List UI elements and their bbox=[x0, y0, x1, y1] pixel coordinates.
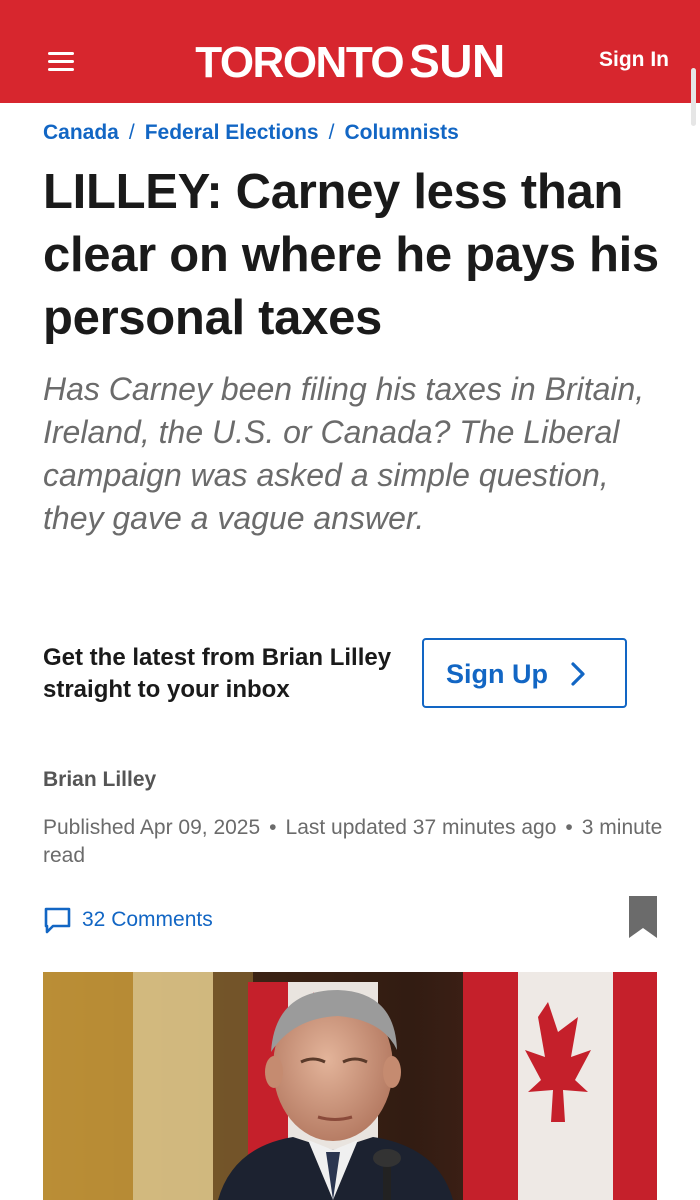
last-updated: Last updated 37 minutes ago bbox=[285, 816, 557, 839]
scrollbar[interactable] bbox=[691, 68, 696, 126]
comments-count: 32 Comments bbox=[82, 908, 213, 931]
meta-separator: • bbox=[565, 816, 573, 839]
breadcrumb-columnists[interactable]: Columnists bbox=[344, 121, 458, 144]
article-deck: Has Carney been filing his taxes in Brit… bbox=[43, 371, 645, 536]
breadcrumb: Canada / Federal Elections / Columnists bbox=[43, 119, 459, 147]
breadcrumb-separator: / bbox=[128, 121, 135, 144]
chevron-right-icon bbox=[571, 662, 585, 686]
top-bar: TORONTO SUN Sign In bbox=[0, 0, 700, 103]
breadcrumb-canada[interactable]: Canada bbox=[43, 121, 119, 144]
bookmark-icon[interactable] bbox=[629, 896, 657, 938]
logo-sun: SUN bbox=[409, 35, 505, 87]
article-meta: Published Apr 09, 2025 • Last updated 37 m… bbox=[43, 814, 673, 870]
meta-separator: • bbox=[269, 816, 277, 839]
breadcrumb-separator: / bbox=[328, 121, 335, 144]
breadcrumb-federal-elections[interactable]: Federal Elections bbox=[145, 121, 319, 144]
sign-up-label: Sign Up bbox=[446, 659, 548, 689]
newsletter-text: Get the latest from Brian Lilley straigh… bbox=[43, 644, 392, 703]
sign-up-button[interactable]: Sign Up bbox=[422, 638, 627, 708]
logo-toronto: TORONTO bbox=[195, 38, 404, 87]
photo-image bbox=[43, 972, 657, 1200]
article-photo bbox=[43, 972, 657, 1200]
headline: LILLEY: Carney less than clear on where … bbox=[43, 165, 659, 345]
comment-icon bbox=[44, 907, 71, 934]
site-logo[interactable]: TORONTO SUN bbox=[0, 36, 700, 88]
published-date: Published Apr 09, 2025 bbox=[43, 816, 261, 839]
sign-in-link[interactable]: Sign In bbox=[599, 46, 669, 74]
author-name[interactable]: Brian Lilley bbox=[43, 766, 156, 794]
